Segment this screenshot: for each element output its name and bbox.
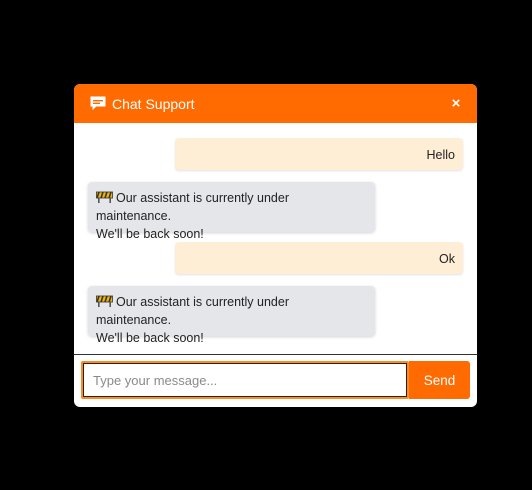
send-button[interactable]: Send — [409, 361, 470, 399]
construction-barrier-icon — [96, 294, 113, 307]
bot-message-line: Our assistant is currently under mainten… — [96, 295, 289, 327]
chat-header: Chat Support × — [74, 84, 477, 123]
message-list: Hello Our assistant is currently under m… — [74, 123, 477, 355]
bot-message-line: Our assistant is currently under mainten… — [96, 191, 289, 223]
close-icon[interactable]: × — [449, 96, 463, 111]
chat-title: Chat Support — [112, 95, 195, 112]
user-message: Hello — [175, 138, 463, 170]
chat-support-window: Chat Support × Hello Our assistant is cu… — [74, 84, 477, 407]
bot-message-line: We'll be back soon! — [96, 331, 204, 345]
composer: Send — [81, 361, 470, 399]
bot-message: Our assistant is currently under mainten… — [88, 182, 375, 241]
user-message: Ok — [175, 242, 463, 274]
construction-barrier-icon — [96, 190, 113, 203]
message-input[interactable] — [81, 361, 409, 399]
bot-message-line: We'll be back soon! — [96, 227, 204, 241]
bot-message: Our assistant is currently under mainten… — [88, 286, 375, 345]
chat-bubble-icon — [90, 96, 106, 112]
